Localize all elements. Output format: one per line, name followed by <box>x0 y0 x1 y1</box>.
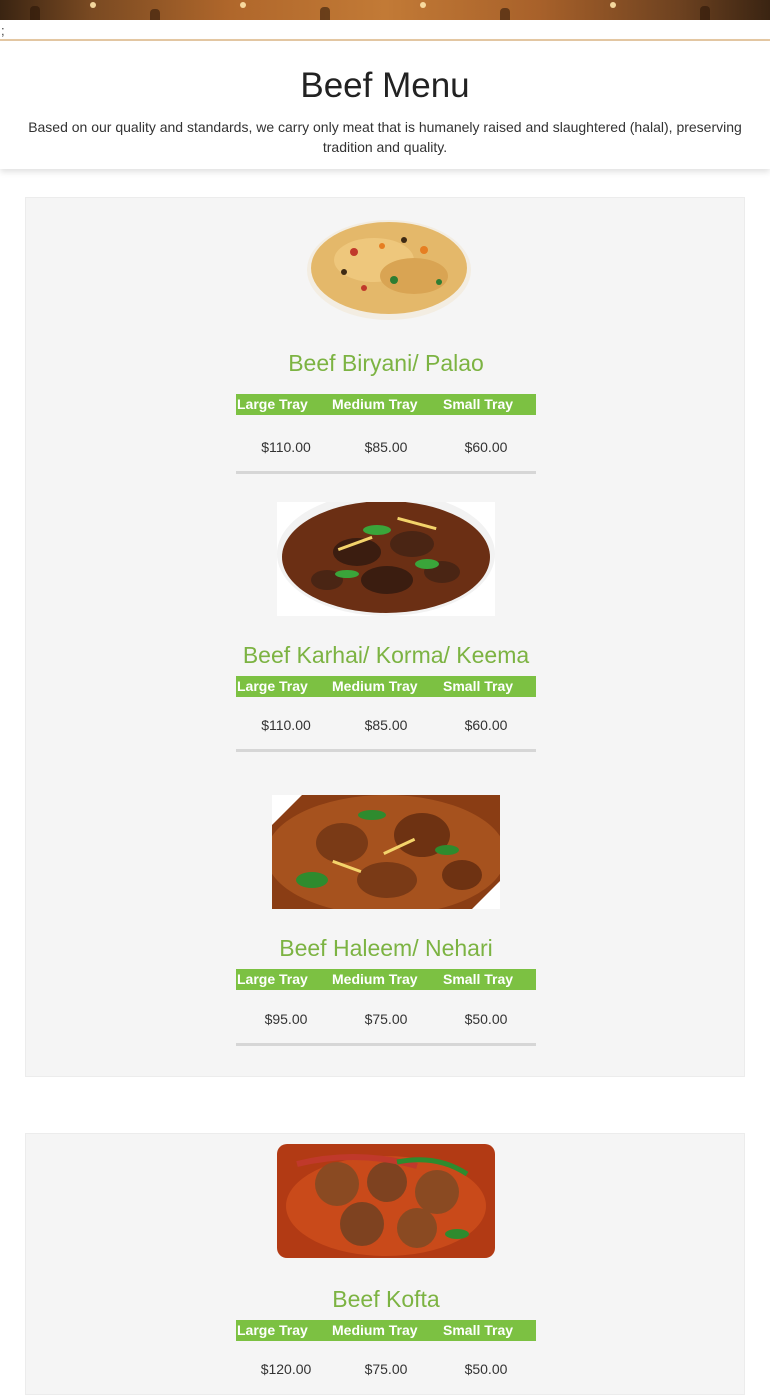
medium-tray-label: Medium Tray <box>332 678 418 694</box>
large-tray-label: Large Tray <box>237 396 308 412</box>
small-tray-price: $60.00 <box>464 717 508 733</box>
medium-tray-price: $75.00 <box>364 1361 408 1377</box>
small-tray-label: Small Tray <box>443 1322 514 1338</box>
tray-size-header: Large Tray Medium Tray Small Tray <box>236 1320 536 1341</box>
small-tray-label: Small Tray <box>443 396 514 412</box>
medium-tray-price: $85.00 <box>364 717 408 733</box>
medium-tray-price: $85.00 <box>364 439 408 455</box>
banner-light <box>420 2 426 8</box>
medium-tray-price: $75.00 <box>364 1011 408 1027</box>
large-tray-label: Large Tray <box>237 971 308 987</box>
banner-figure <box>320 7 330 20</box>
banner-light <box>240 2 246 8</box>
tray-size-header: Large Tray Medium Tray Small Tray <box>236 394 536 415</box>
banner-figure <box>30 6 40 20</box>
tray-size-header: Large Tray Medium Tray Small Tray <box>236 969 536 990</box>
header-banner-image <box>0 0 770 20</box>
biryani-plate-image <box>304 210 474 325</box>
banner-light <box>610 2 616 8</box>
small-tray-label: Small Tray <box>443 678 514 694</box>
kofta-curry-image <box>277 1144 495 1258</box>
banner-light <box>90 2 96 8</box>
page-title: Beef Menu <box>300 66 470 105</box>
medium-tray-label: Medium Tray <box>332 396 418 412</box>
dish-name: Beef Karhai/ Korma/ Keema <box>242 642 530 668</box>
large-tray-price: $120.00 <box>260 1361 312 1377</box>
menu-intro: Beef Menu Based on our quality and stand… <box>0 41 770 169</box>
large-tray-price: $110.00 <box>261 717 311 733</box>
menu-panel: Beef Biryani/ Palao Large Tray Medium Tr… <box>25 197 745 1077</box>
small-tray-label: Small Tray <box>443 971 514 987</box>
small-tray-price: $50.00 <box>464 1361 508 1377</box>
banner-figure <box>150 9 160 20</box>
karhai-bowl-image <box>277 502 495 616</box>
item-divider <box>236 471 536 474</box>
tray-size-header: Large Tray Medium Tray Small Tray <box>236 676 536 697</box>
nehari-curry-image <box>272 795 500 909</box>
small-tray-price: $50.00 <box>464 1011 508 1027</box>
medium-tray-label: Medium Tray <box>332 971 418 987</box>
menu-panel: Beef Kofta Large Tray Medium Tray Small … <box>25 1133 745 1395</box>
banner-figure <box>500 8 510 20</box>
page-description: Based on our quality and standards, we c… <box>28 119 742 155</box>
large-tray-price: $95.00 <box>264 1011 308 1027</box>
banner-figure <box>700 6 710 20</box>
medium-tray-label: Medium Tray <box>332 1322 418 1338</box>
item-divider <box>236 749 536 752</box>
large-tray-label: Large Tray <box>237 678 308 694</box>
dish-name: Beef Biryani/ Palao <box>288 350 484 376</box>
stray-text: ; <box>1 23 5 38</box>
small-tray-price: $60.00 <box>464 439 508 455</box>
large-tray-price: $110.00 <box>261 439 311 455</box>
large-tray-label: Large Tray <box>237 1322 308 1338</box>
dish-name: Beef Haleem/ Nehari <box>279 935 493 961</box>
dish-name: Beef Kofta <box>332 1286 440 1312</box>
item-divider <box>236 1043 536 1046</box>
